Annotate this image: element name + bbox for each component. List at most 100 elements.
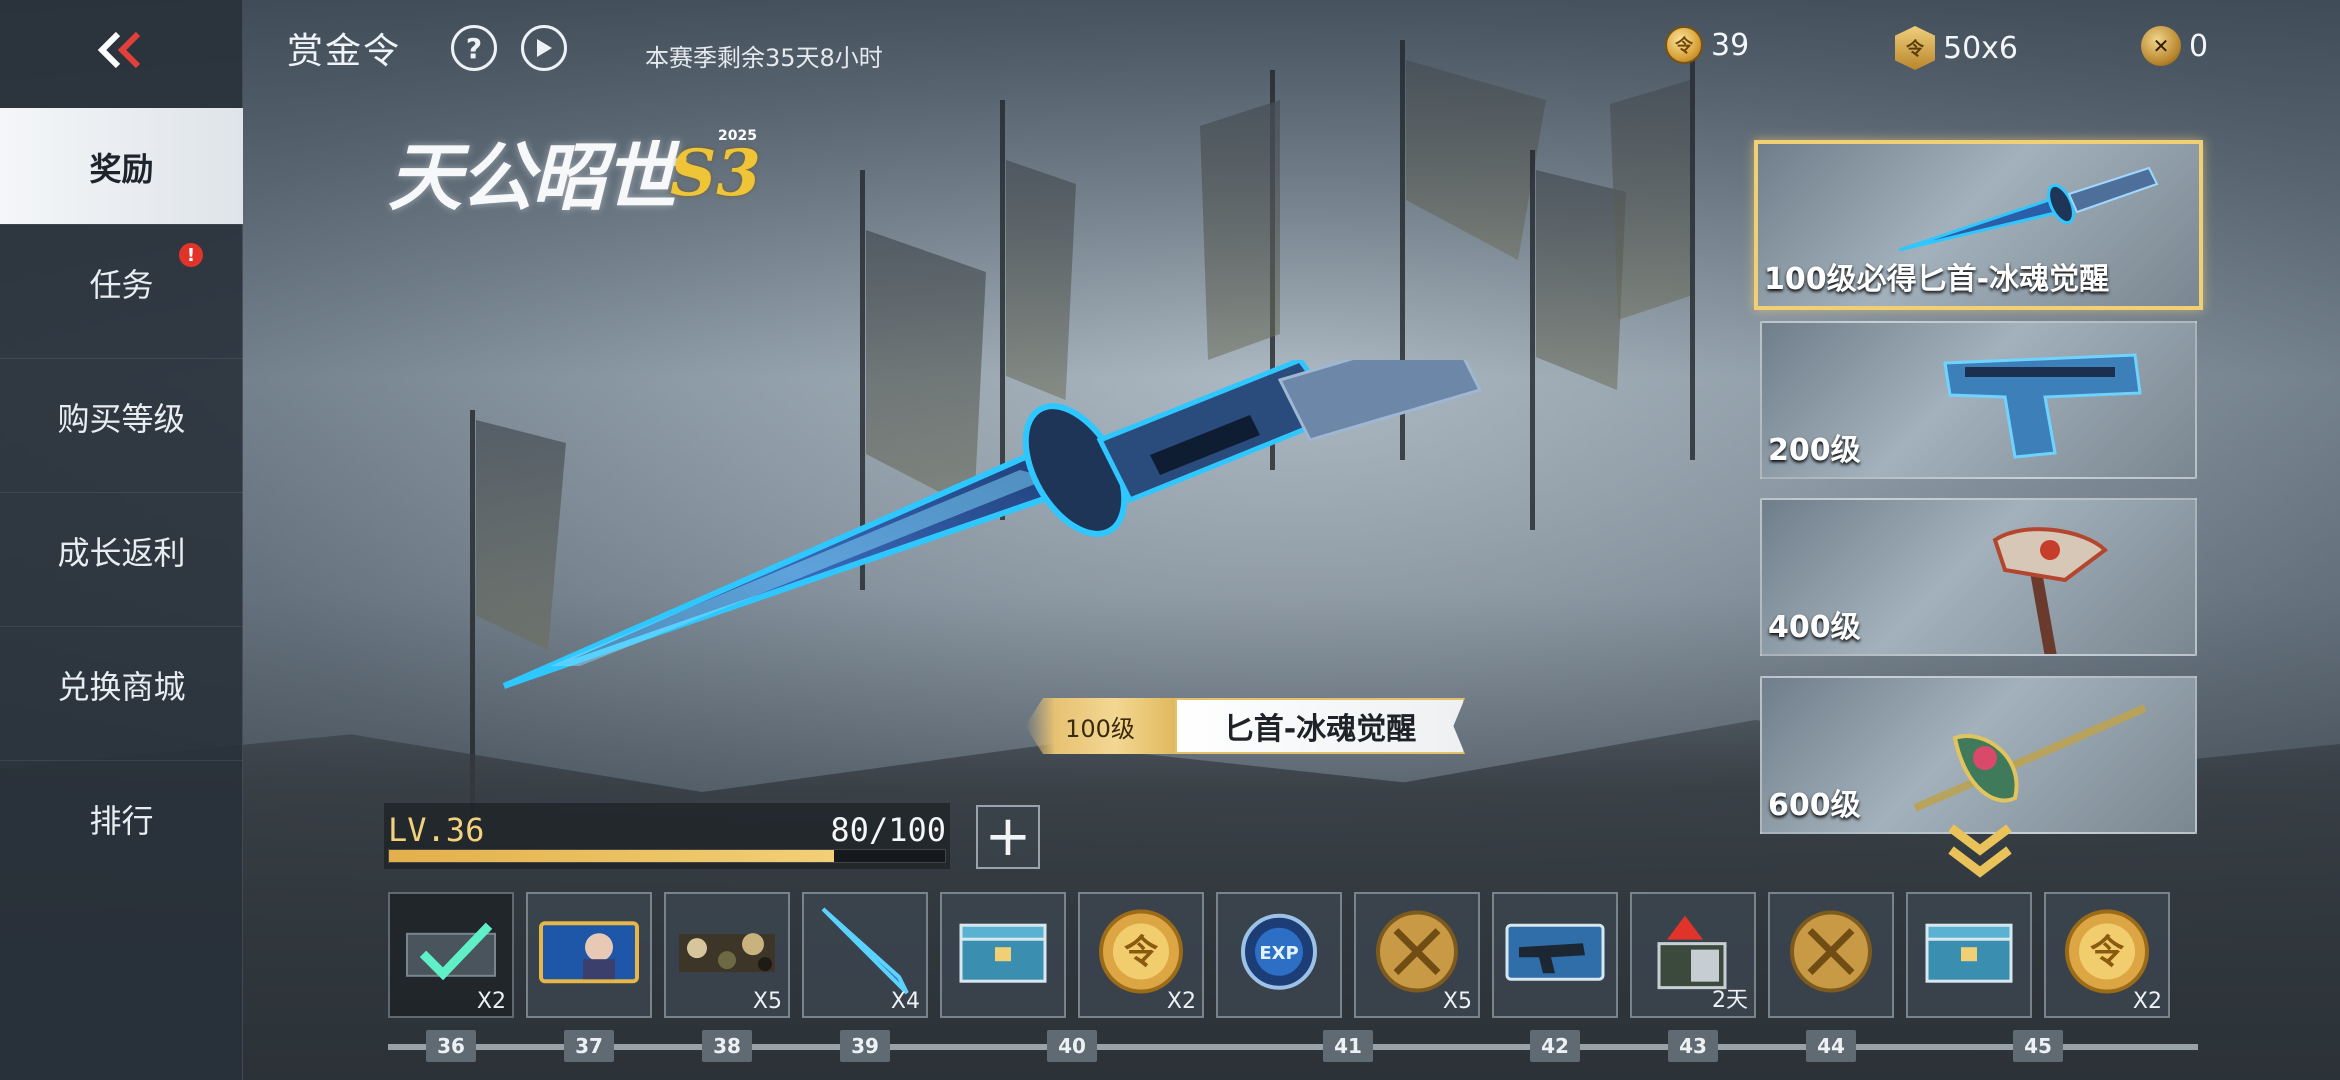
level-marker: 41 (1323, 1030, 1373, 1062)
level-marker: 36 (426, 1030, 476, 1062)
item-quantity: X5 (1442, 989, 1472, 1014)
level-progress: LV.36 80/100 (384, 803, 950, 869)
featured-item-nameplate: 100级 匕首-冰魂觉醒 (1025, 698, 1465, 754)
level-marker: 44 (1806, 1030, 1856, 1062)
level-marker: 40 (1047, 1030, 1097, 1062)
svg-text:令: 令 (2090, 932, 2125, 972)
page-title: 赏金令 (287, 31, 402, 72)
sidebar-item-exchange-shop[interactable]: 兑换商城 (0, 626, 243, 742)
halberd-icon (1913, 704, 2147, 812)
gold-coin-icon: 令 (1665, 26, 1703, 64)
season-remaining-text: 本赛季剩余35天8小时 (645, 44, 883, 72)
double-chevron-left-icon (97, 31, 140, 69)
logo-year: 2025 (718, 128, 757, 144)
season-logo: 天公昭世 S3 2025 (388, 118, 761, 225)
featured-dagger-icon (502, 360, 1483, 689)
reward-item-slot[interactable]: X2 (388, 892, 514, 1018)
reward-item-slot[interactable] (1906, 892, 2032, 1018)
axe-icon (1992, 527, 2109, 654)
reward-item-slot[interactable] (1768, 892, 1894, 1018)
reward-card-label: 100级必得匕首-冰魂觉醒 (1764, 262, 2110, 297)
currency-cross-coin[interactable]: ✕ 0 (2141, 26, 2208, 66)
sidebar-item-label: 排行 (89, 801, 154, 840)
level-track-line (388, 1044, 2198, 1050)
level-marker: 42 (1530, 1030, 1580, 1062)
level-marker: 43 (1668, 1030, 1718, 1062)
reward-item-slot[interactable] (526, 892, 652, 1018)
reward-item-slot[interactable] (940, 892, 1066, 1018)
play-icon[interactable] (521, 25, 567, 71)
sidebar-item-label: 购买等级 (57, 399, 186, 438)
gold-coin-icon: 令 (1099, 909, 1183, 994)
item-quantity: X4 (890, 989, 920, 1014)
currency-value: 39 (1711, 27, 1750, 63)
back-button[interactable] (0, 0, 243, 100)
level-marker: 38 (702, 1030, 752, 1062)
level-marker: 45 (2013, 1030, 2063, 1062)
sidebar-item-ranking[interactable]: 排行 (0, 760, 243, 876)
sidebar-item-rewards[interactable]: 奖励 (0, 108, 243, 224)
item-quantity: X5 (752, 989, 782, 1014)
cross-coin-icon (1790, 910, 1872, 993)
level-label: LV.36 (388, 811, 485, 849)
cross-coin-icon (1376, 910, 1458, 993)
item-quantity: X2 (1166, 989, 1196, 1014)
logo-season: S3 (670, 136, 761, 211)
question-icon[interactable]: ? (451, 25, 497, 71)
pistol-icon (1943, 353, 2142, 459)
cross-coin-icon: ✕ (2141, 26, 2181, 66)
reward-item-slot[interactable]: EXP (1216, 892, 1342, 1018)
reward-item-slot[interactable]: X5 (664, 892, 790, 1018)
reward-item-strip: X2 X5 X4 令 X2 EXP X5 2天 令 X2 (388, 892, 2198, 1022)
buy-level-plus-button[interactable]: + (976, 805, 1040, 869)
reward-card-label: 200级 (1768, 433, 1861, 468)
currency-value: 0 (2189, 28, 2209, 64)
featured-item-name: 匕首-冰魂觉醒 (1175, 698, 1465, 754)
sidebar-item-label: 任务 (89, 265, 154, 304)
currency-ticket[interactable]: 令 50x6 (1895, 26, 2018, 70)
logo-title: 天公昭世 (388, 135, 678, 221)
exp-token-icon: EXP (1241, 913, 1317, 990)
ticket-icon: 令 (1895, 26, 1935, 70)
card-claimed-icon (406, 922, 496, 981)
item-quantity: X2 (2132, 989, 2162, 1014)
level-progress-fill (389, 850, 834, 862)
weapon-card-icon (1505, 923, 1605, 981)
sidebar-item-label: 成长返利 (57, 533, 186, 572)
sidebar-item-growth-rebate[interactable]: 成长返利 (0, 492, 243, 608)
reward-card-600[interactable]: 600级 (1760, 676, 2197, 834)
reward-card-100[interactable]: 100级必得匕首-冰魂觉醒 (1754, 140, 2203, 310)
level-marker: 37 (564, 1030, 614, 1062)
sidebar-item-label: 奖励 (89, 149, 154, 188)
level-progress-text: 80/100 (830, 811, 946, 849)
reward-item-slot[interactable] (1492, 892, 1618, 1018)
featured-level-tag: 100级 (1025, 698, 1175, 754)
crate-icon (959, 923, 1047, 983)
sidebar-item-label: 兑换商城 (57, 667, 186, 706)
reward-item-slot[interactable]: 2天 (1630, 892, 1756, 1018)
currency-gold[interactable]: 令 39 (1665, 26, 1749, 64)
item-quantity: X2 (476, 989, 506, 1014)
svg-text:令: 令 (1124, 932, 1159, 972)
item-quantity: 2天 (1712, 988, 1748, 1013)
camo-icon (679, 933, 775, 973)
avatar-card-icon (539, 921, 639, 984)
reward-card-label: 400级 (1768, 610, 1861, 645)
reward-item-slot[interactable]: X5 (1354, 892, 1480, 1018)
sidebar-item-tasks[interactable]: 任务 ! (0, 224, 243, 340)
crate-icon (1925, 923, 2013, 983)
chevron-down-icon[interactable] (1945, 822, 2015, 880)
sidebar: 奖励 任务 ! 购买等级 成长返利 兑换商城 排行 (0, 0, 243, 1080)
level-progress-bar (388, 849, 946, 863)
reward-item-slot[interactable]: X4 (802, 892, 928, 1018)
reward-card-400[interactable]: 400级 (1760, 498, 2197, 656)
reward-card-200[interactable]: 200级 (1760, 321, 2197, 479)
level-marker: 39 (840, 1030, 890, 1062)
blade-icon (821, 907, 909, 995)
reward-item-slot[interactable]: 令 X2 (1078, 892, 1204, 1018)
sidebar-item-buy-level[interactable]: 购买等级 (0, 358, 243, 474)
reward-item-slot[interactable]: 令 X2 (2044, 892, 2170, 1018)
svg-text:EXP: EXP (1259, 943, 1298, 964)
notification-badge: ! (179, 243, 203, 267)
dagger-icon (1899, 166, 2159, 252)
